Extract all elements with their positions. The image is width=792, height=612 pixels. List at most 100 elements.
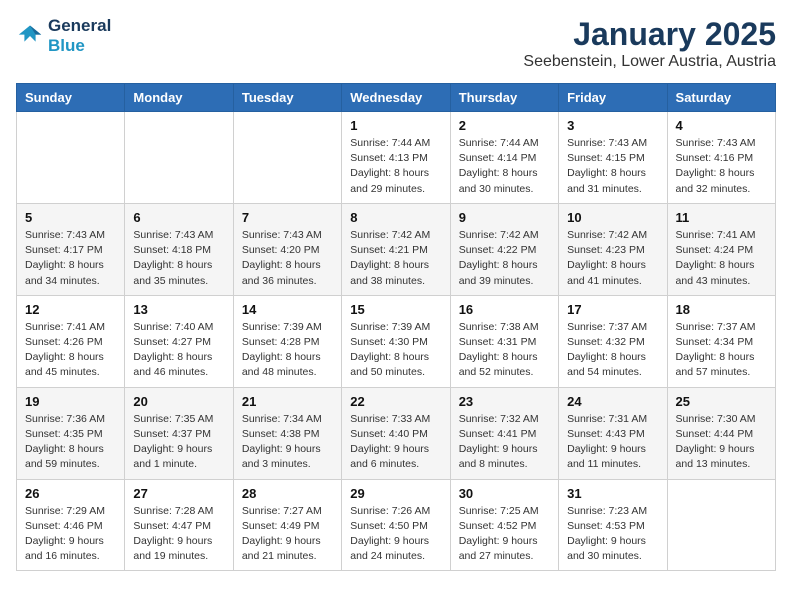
weekday-header-thursday: Thursday xyxy=(450,84,558,112)
day-number: 6 xyxy=(133,210,224,225)
day-number: 26 xyxy=(25,486,116,501)
day-number: 13 xyxy=(133,302,224,317)
day-info: Sunrise: 7:40 AM Sunset: 4:27 PM Dayligh… xyxy=(133,320,224,381)
day-info: Sunrise: 7:28 AM Sunset: 4:47 PM Dayligh… xyxy=(133,504,224,565)
week-row-5: 26 Sunrise: 7:29 AM Sunset: 4:46 PM Dayli… xyxy=(17,479,776,571)
calendar-cell xyxy=(667,479,775,571)
calendar-cell: 23Sunrise: 7:32 AM Sunset: 4:41 PM Dayli… xyxy=(450,387,558,479)
day-number: 24 xyxy=(567,394,658,409)
day-info: Sunrise: 7:43 AM Sunset: 4:15 PM Dayligh… xyxy=(567,136,658,197)
day-info: Sunrise: 7:23 AM Sunset: 4:53 PM Dayligh… xyxy=(567,504,658,565)
day-number: 21 xyxy=(242,394,333,409)
calendar-cell: 3 Sunrise: 7:43 AM Sunset: 4:15 PM Daylig… xyxy=(559,112,667,204)
day-number: 12 xyxy=(25,302,116,317)
calendar-cell: 14 Sunrise: 7:39 AM Sunset: 4:28 PM Dayli… xyxy=(233,295,341,387)
calendar-cell xyxy=(17,112,125,204)
week-row-3: 12Sunrise: 7:41 AM Sunset: 4:26 PM Dayli… xyxy=(17,295,776,387)
day-info: Sunrise: 7:31 AM Sunset: 4:43 PM Dayligh… xyxy=(567,412,658,473)
day-info: Sunrise: 7:38 AM Sunset: 4:31 PM Dayligh… xyxy=(459,320,550,381)
day-number: 18 xyxy=(676,302,767,317)
day-number: 14 xyxy=(242,302,333,317)
calendar-title: January 2025 xyxy=(523,16,776,53)
calendar-cell: 13 Sunrise: 7:40 AM Sunset: 4:27 PM Dayli… xyxy=(125,295,233,387)
weekday-header-sunday: Sunday xyxy=(17,84,125,112)
day-info: Sunrise: 7:41 AM Sunset: 4:24 PM Dayligh… xyxy=(676,228,767,289)
day-number: 1 xyxy=(350,118,441,133)
title-area: January 2025 Seebenstein, Lower Austria,… xyxy=(523,16,776,71)
calendar-cell: 6 Sunrise: 7:43 AM Sunset: 4:18 PM Daylig… xyxy=(125,203,233,295)
day-number: 4 xyxy=(676,118,767,133)
calendar-cell: 11Sunrise: 7:41 AM Sunset: 4:24 PM Dayli… xyxy=(667,203,775,295)
day-number: 20 xyxy=(133,394,224,409)
day-info: Sunrise: 7:39 AM Sunset: 4:28 PM Dayligh… xyxy=(242,320,333,381)
day-number: 2 xyxy=(459,118,550,133)
calendar-cell: 16 Sunrise: 7:38 AM Sunset: 4:31 PM Dayli… xyxy=(450,295,558,387)
weekday-header-tuesday: Tuesday xyxy=(233,84,341,112)
day-info: Sunrise: 7:36 AM Sunset: 4:35 PM Dayligh… xyxy=(25,412,116,473)
day-info: Sunrise: 7:43 AM Sunset: 4:16 PM Dayligh… xyxy=(676,136,767,197)
day-info: Sunrise: 7:42 AM Sunset: 4:21 PM Dayligh… xyxy=(350,228,441,289)
day-info: Sunrise: 7:42 AM Sunset: 4:23 PM Dayligh… xyxy=(567,228,658,289)
page-header: General Blue January 2025 Seebenstein, L… xyxy=(16,16,776,71)
calendar-cell: 9Sunrise: 7:42 AM Sunset: 4:22 PM Daylig… xyxy=(450,203,558,295)
day-number: 15 xyxy=(350,302,441,317)
day-info: Sunrise: 7:37 AM Sunset: 4:34 PM Dayligh… xyxy=(676,320,767,381)
day-info: Sunrise: 7:26 AM Sunset: 4:50 PM Dayligh… xyxy=(350,504,441,565)
day-number: 30 xyxy=(459,486,550,501)
calendar-subtitle: Seebenstein, Lower Austria, Austria xyxy=(523,53,776,71)
day-number: 31 xyxy=(567,486,658,501)
calendar-cell: 28 Sunrise: 7:27 AM Sunset: 4:49 PM Dayli… xyxy=(233,479,341,571)
calendar-cell: 27Sunrise: 7:28 AM Sunset: 4:47 PM Dayli… xyxy=(125,479,233,571)
day-number: 17 xyxy=(567,302,658,317)
calendar-cell: 12Sunrise: 7:41 AM Sunset: 4:26 PM Dayli… xyxy=(17,295,125,387)
day-info: Sunrise: 7:39 AM Sunset: 4:30 PM Dayligh… xyxy=(350,320,441,381)
day-info: Sunrise: 7:43 AM Sunset: 4:17 PM Dayligh… xyxy=(25,228,116,289)
day-number: 28 xyxy=(242,486,333,501)
day-info: Sunrise: 7:34 AM Sunset: 4:38 PM Dayligh… xyxy=(242,412,333,473)
day-number: 16 xyxy=(459,302,550,317)
day-info: Sunrise: 7:27 AM Sunset: 4:49 PM Dayligh… xyxy=(242,504,333,565)
day-info: Sunrise: 7:33 AM Sunset: 4:40 PM Dayligh… xyxy=(350,412,441,473)
calendar-cell: 22 Sunrise: 7:33 AM Sunset: 4:40 PM Dayli… xyxy=(342,387,450,479)
calendar-cell: 26 Sunrise: 7:29 AM Sunset: 4:46 PM Dayli… xyxy=(17,479,125,571)
calendar-cell: 18 Sunrise: 7:37 AM Sunset: 4:34 PM Dayli… xyxy=(667,295,775,387)
week-row-1: 1Sunrise: 7:44 AM Sunset: 4:13 PM Daylig… xyxy=(17,112,776,204)
day-number: 5 xyxy=(25,210,116,225)
day-number: 3 xyxy=(567,118,658,133)
calendar-cell xyxy=(233,112,341,204)
day-info: Sunrise: 7:43 AM Sunset: 4:18 PM Dayligh… xyxy=(133,228,224,289)
day-number: 22 xyxy=(350,394,441,409)
logo-text-line2: Blue xyxy=(48,36,111,56)
weekday-header-wednesday: Wednesday xyxy=(342,84,450,112)
day-info: Sunrise: 7:35 AM Sunset: 4:37 PM Dayligh… xyxy=(133,412,224,473)
day-number: 29 xyxy=(350,486,441,501)
logo-icon xyxy=(16,22,44,50)
calendar-cell: 5 Sunrise: 7:43 AM Sunset: 4:17 PM Daylig… xyxy=(17,203,125,295)
calendar-cell: 29 Sunrise: 7:26 AM Sunset: 4:50 PM Dayli… xyxy=(342,479,450,571)
calendar-cell: 1Sunrise: 7:44 AM Sunset: 4:13 PM Daylig… xyxy=(342,112,450,204)
calendar-cell: 15 Sunrise: 7:39 AM Sunset: 4:30 PM Dayli… xyxy=(342,295,450,387)
calendar-cell: 30 Sunrise: 7:25 AM Sunset: 4:52 PM Dayli… xyxy=(450,479,558,571)
day-number: 25 xyxy=(676,394,767,409)
calendar-cell: 31 Sunrise: 7:23 AM Sunset: 4:53 PM Dayli… xyxy=(559,479,667,571)
week-row-2: 5 Sunrise: 7:43 AM Sunset: 4:17 PM Daylig… xyxy=(17,203,776,295)
day-number: 10 xyxy=(567,210,658,225)
calendar-cell: 20 Sunrise: 7:35 AM Sunset: 4:37 PM Dayli… xyxy=(125,387,233,479)
calendar-cell: 10 Sunrise: 7:42 AM Sunset: 4:23 PM Dayli… xyxy=(559,203,667,295)
logo: General Blue xyxy=(16,16,111,55)
day-info: Sunrise: 7:44 AM Sunset: 4:14 PM Dayligh… xyxy=(459,136,550,197)
calendar-cell: 17Sunrise: 7:37 AM Sunset: 4:32 PM Dayli… xyxy=(559,295,667,387)
calendar-cell: 21 Sunrise: 7:34 AM Sunset: 4:38 PM Dayli… xyxy=(233,387,341,479)
day-number: 8 xyxy=(350,210,441,225)
day-info: Sunrise: 7:42 AM Sunset: 4:22 PM Dayligh… xyxy=(459,228,550,289)
calendar-cell: 19 Sunrise: 7:36 AM Sunset: 4:35 PM Dayli… xyxy=(17,387,125,479)
day-info: Sunrise: 7:25 AM Sunset: 4:52 PM Dayligh… xyxy=(459,504,550,565)
day-number: 19 xyxy=(25,394,116,409)
day-info: Sunrise: 7:43 AM Sunset: 4:20 PM Dayligh… xyxy=(242,228,333,289)
logo-text-line1: General xyxy=(48,16,111,36)
weekday-header-row: SundayMondayTuesdayWednesdayThursdayFrid… xyxy=(17,84,776,112)
weekday-header-saturday: Saturday xyxy=(667,84,775,112)
day-info: Sunrise: 7:29 AM Sunset: 4:46 PM Dayligh… xyxy=(25,504,116,565)
day-number: 7 xyxy=(242,210,333,225)
calendar-cell: 25Sunrise: 7:30 AM Sunset: 4:44 PM Dayli… xyxy=(667,387,775,479)
